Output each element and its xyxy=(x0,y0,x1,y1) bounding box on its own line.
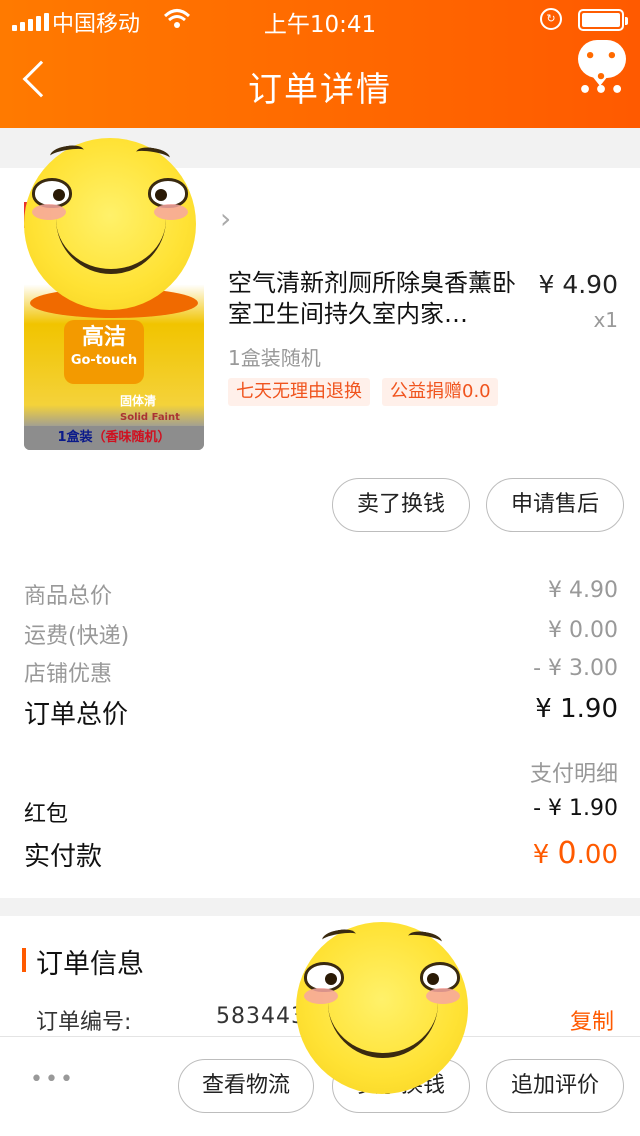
add-review-button[interactable]: 追加评价 xyxy=(486,1059,624,1113)
summary-row-shipping: 运费(快递) ¥ 0.00 xyxy=(24,618,618,649)
status-bar: 中国移动 上午10:41 ↻ xyxy=(0,0,640,40)
product-brand-label: 高洁 Go-touch xyxy=(64,320,144,384)
summary-row-red-packet: 红包 - ¥ 1.90 xyxy=(24,796,618,827)
product-image-caption: 1盒装（香味随机） xyxy=(24,426,204,450)
product-quantity: x1 xyxy=(593,308,618,332)
rotation-lock-icon: ↻ xyxy=(540,8,562,30)
tag-charity: 公益捐赠0.0 xyxy=(382,378,498,406)
view-logistics-button[interactable]: 查看物流 xyxy=(178,1059,314,1113)
copy-order-number-button[interactable]: 复制 xyxy=(570,1004,614,1036)
message-more-icon[interactable]: • • • xyxy=(578,40,626,88)
product-price: ¥ 4.90 xyxy=(538,270,618,299)
more-actions-dots[interactable]: ••• xyxy=(30,1067,75,1092)
smirk-emoji-sticker-2 xyxy=(296,922,468,1094)
summary-row-goods-total: 商品总价 ¥ 4.90 xyxy=(24,578,618,609)
order-number-value: 583443 xyxy=(216,1004,306,1029)
product-name[interactable]: 空气清新剂厕所除臭香薰卧室卫生间持久室内家… xyxy=(228,268,520,330)
page-title: 订单详情 xyxy=(248,70,392,110)
order-number-label: 订单编号: xyxy=(36,1010,132,1035)
paid-amount: ¥ 0.00 xyxy=(532,836,618,871)
order-info-title: 订单信息 xyxy=(36,949,144,980)
tag-return-policy: 七天无理由退换 xyxy=(228,378,370,406)
top-header: 中国移动 上午10:41 ↻ 订单详情 • • • ••• xyxy=(0,0,640,128)
battery-icon xyxy=(578,9,628,31)
product-spec: 1盒装随机 xyxy=(228,346,321,370)
payment-detail-link[interactable]: 支付明细 xyxy=(530,756,618,788)
sell-for-cash-button[interactable]: 卖了换钱 xyxy=(332,478,470,532)
more-menu-dots[interactable]: ••• xyxy=(578,78,626,103)
summary-row-order-total: 订单总价 ¥ 1.90 xyxy=(24,694,618,730)
product-tags: 七天无理由退换 公益捐赠0.0 xyxy=(228,378,498,406)
apply-after-sales-button[interactable]: 申请售后 xyxy=(486,478,624,532)
section-accent-bar xyxy=(22,948,26,972)
chevron-right-icon: › xyxy=(220,202,232,235)
summary-row-store-discount: 店铺优惠 - ¥ 3.00 xyxy=(24,656,618,687)
smirk-emoji-sticker xyxy=(24,138,196,310)
summary-row-paid: 实付款 ¥ 0.00 xyxy=(24,836,618,872)
